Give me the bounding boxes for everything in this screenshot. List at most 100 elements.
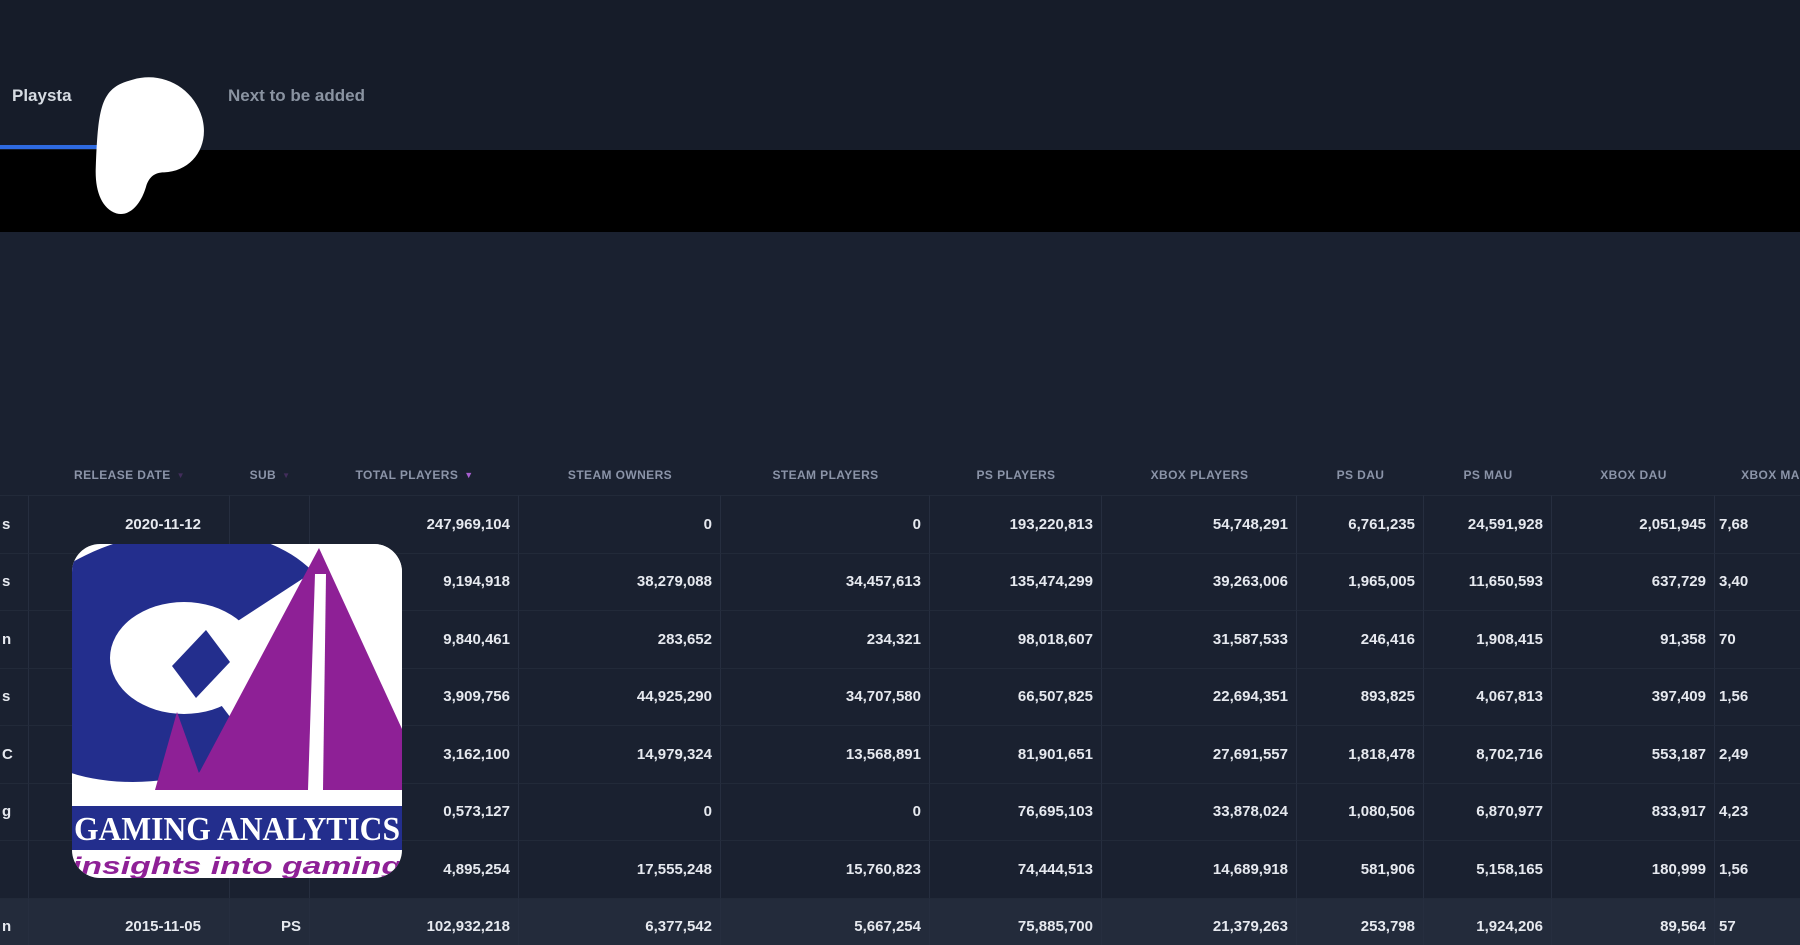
table-cell-xbox_mau[interactable]: 1,56 <box>1715 668 1800 726</box>
patreon-logo-icon <box>86 72 208 220</box>
table-cell-steam_owners[interactable]: 14,979,324 <box>519 725 721 783</box>
table-cell-name[interactable] <box>0 840 29 898</box>
table-cell-ps_players[interactable]: 193,220,813 <box>930 495 1102 553</box>
table-cell-ps_dau[interactable]: 1,080,506 <box>1297 783 1424 841</box>
table-cell-name[interactable]: g <box>0 783 29 841</box>
table-cell-ps_mau[interactable]: 4,067,813 <box>1424 668 1552 726</box>
table-cell-ps_players[interactable]: 98,018,607 <box>930 610 1102 668</box>
table-cell-steam_owners[interactable]: 6,377,542 <box>519 898 721 945</box>
column-header-sub[interactable]: SUB▼ <box>230 455 310 495</box>
table-cell-ps_dau[interactable]: 893,825 <box>1297 668 1424 726</box>
table-cell-steam_owners[interactable]: 44,925,290 <box>519 668 721 726</box>
table-cell-ps_players[interactable]: 66,507,825 <box>930 668 1102 726</box>
column-header-xbox_players[interactable]: XBOX PLAYERS <box>1102 455 1297 495</box>
table-cell-sub[interactable]: PS <box>230 898 310 945</box>
table-cell-ps_mau[interactable]: 8,702,716 <box>1424 725 1552 783</box>
table-cell-xbox_dau[interactable]: 2,051,945 <box>1552 495 1715 553</box>
table-cell-ps_dau[interactable]: 1,818,478 <box>1297 725 1424 783</box>
table-cell-steam_players[interactable]: 15,760,823 <box>721 840 930 898</box>
column-header-xbox_mau[interactable]: XBOX MAU <box>1715 455 1800 495</box>
column-header-ps_players[interactable]: PS PLAYERS <box>930 455 1102 495</box>
table-cell-xbox_players[interactable]: 33,878,024 <box>1102 783 1297 841</box>
table-cell-ps_mau[interactable]: 1,908,415 <box>1424 610 1552 668</box>
table-cell-xbox_mau[interactable]: 3,40 <box>1715 553 1800 611</box>
table-cell-xbox_mau[interactable]: 2,49 <box>1715 725 1800 783</box>
column-header-steam_players[interactable]: STEAM PLAYERS <box>721 455 930 495</box>
table-cell-ps_mau[interactable]: 1,924,206 <box>1424 898 1552 945</box>
table-cell-xbox_dau[interactable]: 397,409 <box>1552 668 1715 726</box>
column-header-label: XBOX DAU <box>1600 468 1667 482</box>
table-cell-name[interactable]: n <box>0 610 29 668</box>
table-cell-ps_players[interactable]: 76,695,103 <box>930 783 1102 841</box>
table-cell-steam_players[interactable]: 234,321 <box>721 610 930 668</box>
table-cell-ps_dau[interactable]: 1,965,005 <box>1297 553 1424 611</box>
column-header-label: SUB <box>250 468 277 482</box>
table-cell-steam_owners[interactable]: 17,555,248 <box>519 840 721 898</box>
table-cell-name[interactable]: s <box>0 668 29 726</box>
table-cell-steam_players[interactable]: 0 <box>721 495 930 553</box>
column-header-ps_mau[interactable]: PS MAU <box>1424 455 1552 495</box>
column-header-xbox_dau[interactable]: XBOX DAU <box>1552 455 1715 495</box>
tab-bar: Playsta Next to be added <box>0 0 1800 150</box>
table-cell-xbox_dau[interactable]: 637,729 <box>1552 553 1715 611</box>
column-header-ps_dau[interactable]: PS DAU <box>1297 455 1424 495</box>
table-cell-xbox_mau[interactable]: 7,68 <box>1715 495 1800 553</box>
column-header-label: XBOX MAU <box>1741 468 1800 482</box>
table-cell-steam_owners[interactable]: 283,652 <box>519 610 721 668</box>
column-header-label: STEAM PLAYERS <box>772 468 878 482</box>
column-header-label: TOTAL PLAYERS <box>355 468 458 482</box>
table-cell-xbox_dau[interactable]: 180,999 <box>1552 840 1715 898</box>
table-cell-steam_players[interactable]: 34,457,613 <box>721 553 930 611</box>
table-cell-xbox_players[interactable]: 21,379,263 <box>1102 898 1297 945</box>
table-cell-ps_players[interactable]: 74,444,513 <box>930 840 1102 898</box>
table-cell-ps_players[interactable]: 135,474,299 <box>930 553 1102 611</box>
table-cell-ps_mau[interactable]: 5,158,165 <box>1424 840 1552 898</box>
black-banner-strip <box>0 150 1800 232</box>
column-header-label: PS DAU <box>1337 468 1385 482</box>
table-cell-steam_players[interactable]: 34,707,580 <box>721 668 930 726</box>
table-cell-name[interactable]: n <box>0 898 29 945</box>
table-cell-ps_players[interactable]: 75,885,700 <box>930 898 1102 945</box>
column-header-label: RELEASE DATE <box>74 468 171 482</box>
table-cell-xbox_mau[interactable]: 70 <box>1715 610 1800 668</box>
tab-next-to-be-added[interactable]: Next to be added <box>228 86 365 106</box>
table-cell-xbox_dau[interactable]: 553,187 <box>1552 725 1715 783</box>
table-cell-steam_players[interactable]: 13,568,891 <box>721 725 930 783</box>
table-cell-xbox_players[interactable]: 54,748,291 <box>1102 495 1297 553</box>
table-cell-steam_owners[interactable]: 0 <box>519 783 721 841</box>
table-cell-xbox_players[interactable]: 27,691,557 <box>1102 725 1297 783</box>
table-cell-xbox_players[interactable]: 31,587,533 <box>1102 610 1297 668</box>
column-header-release_date[interactable]: RELEASE DATE▼ <box>29 455 230 495</box>
table-cell-xbox_mau[interactable]: 1,56 <box>1715 840 1800 898</box>
table-cell-ps_mau[interactable]: 11,650,593 <box>1424 553 1552 611</box>
table-cell-ps_dau[interactable]: 246,416 <box>1297 610 1424 668</box>
table-cell-ps_dau[interactable]: 6,761,235 <box>1297 495 1424 553</box>
column-header-steam_owners[interactable]: STEAM OWNERS <box>519 455 721 495</box>
table-cell-steam_players[interactable]: 5,667,254 <box>721 898 930 945</box>
table-cell-steam_owners[interactable]: 38,279,088 <box>519 553 721 611</box>
table-cell-name[interactable]: C <box>0 725 29 783</box>
table-cell-xbox_players[interactable]: 39,263,006 <box>1102 553 1297 611</box>
tab-playstation[interactable]: Playsta <box>12 86 72 106</box>
table-cell-xbox_dau[interactable]: 833,917 <box>1552 783 1715 841</box>
table-cell-xbox_players[interactable]: 14,689,918 <box>1102 840 1297 898</box>
table-cell-ps_dau[interactable]: 253,798 <box>1297 898 1424 945</box>
table-cell-steam_players[interactable]: 0 <box>721 783 930 841</box>
table-cell-name[interactable]: s <box>0 553 29 611</box>
table-cell-xbox_mau[interactable]: 4,23 <box>1715 783 1800 841</box>
table-cell-total_players[interactable]: 102,932,218 <box>310 898 519 945</box>
column-header-total_players[interactable]: TOTAL PLAYERS▼ <box>310 455 519 495</box>
table-cell-xbox_dau[interactable]: 91,358 <box>1552 610 1715 668</box>
table-cell-name[interactable]: s <box>0 495 29 553</box>
table-cell-ps_players[interactable]: 81,901,651 <box>930 725 1102 783</box>
table-cell-xbox_mau[interactable]: 57 <box>1715 898 1800 945</box>
table-cell-ps_dau[interactable]: 581,906 <box>1297 840 1424 898</box>
table-cell-release_date[interactable]: 2015-11-05 <box>29 898 230 945</box>
table-cell-steam_owners[interactable]: 0 <box>519 495 721 553</box>
column-header-name[interactable] <box>0 455 29 495</box>
table-cell-xbox_players[interactable]: 22,694,351 <box>1102 668 1297 726</box>
table-cell-ps_mau[interactable]: 6,870,977 <box>1424 783 1552 841</box>
app-window: Playsta Next to be added RELEASE DATE▼SU… <box>0 0 1800 945</box>
table-cell-ps_mau[interactable]: 24,591,928 <box>1424 495 1552 553</box>
table-cell-xbox_dau[interactable]: 89,564 <box>1552 898 1715 945</box>
